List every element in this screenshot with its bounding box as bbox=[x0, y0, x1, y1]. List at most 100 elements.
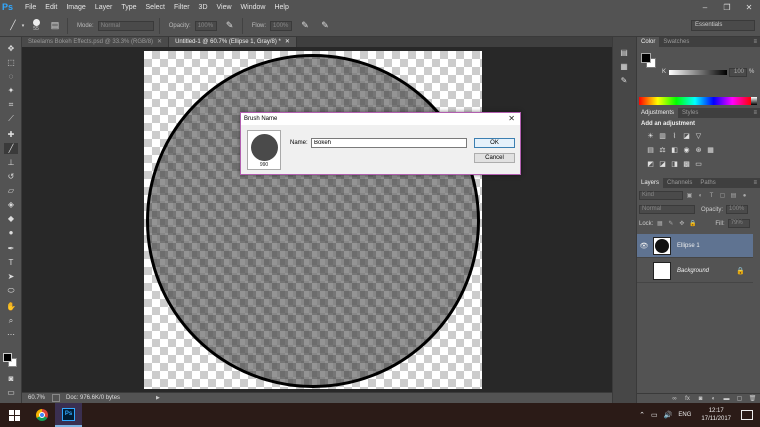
panel-menu-icon[interactable]: ≡ bbox=[753, 37, 757, 47]
chevron-up-icon[interactable]: ⌃ bbox=[639, 411, 645, 419]
minimize-button[interactable]: – bbox=[694, 0, 716, 15]
close-icon[interactable]: ✕ bbox=[157, 39, 162, 45]
layer-fill-input[interactable]: 79% bbox=[727, 219, 750, 228]
shape-tool-icon[interactable]: ⬭ bbox=[4, 285, 18, 296]
color-spectrum[interactable] bbox=[639, 97, 751, 105]
screen-mode-icon[interactable]: ▭ bbox=[4, 387, 18, 398]
path-selection-tool-icon[interactable]: ➤ bbox=[4, 271, 18, 282]
lasso-tool-icon[interactable]: ◌ bbox=[4, 71, 18, 82]
adjustment-filter-icon[interactable]: ◐ bbox=[696, 191, 705, 200]
tab-steelams-bokeh[interactable]: Steelams Bokeh Effects.psd @ 33.3% (RGB/… bbox=[22, 37, 170, 47]
restore-button[interactable]: ❐ bbox=[716, 0, 738, 15]
crop-tool-icon[interactable]: ⌗ bbox=[4, 99, 18, 110]
zoom-tool-icon[interactable]: ⌕ bbox=[4, 315, 18, 326]
brush-tool-icon[interactable]: ╱ bbox=[4, 143, 18, 154]
flow-input[interactable]: 100% bbox=[270, 20, 293, 31]
move-tool-icon[interactable]: ✥ bbox=[4, 43, 18, 54]
hand-tool-icon[interactable]: ✋ bbox=[4, 301, 18, 312]
hue-saturation-icon[interactable]: ▤ bbox=[645, 145, 656, 154]
selective-color-icon[interactable]: ▩ bbox=[681, 159, 692, 168]
gradient-map-icon[interactable]: ▭ bbox=[693, 159, 704, 168]
history-brush-tool-icon[interactable]: ↺ bbox=[4, 171, 18, 182]
new-layer-icon[interactable]: ▢ bbox=[735, 394, 744, 403]
grayscale-ramp[interactable] bbox=[751, 97, 757, 105]
exposure-icon[interactable]: ◪ bbox=[681, 131, 692, 140]
delete-layer-icon[interactable]: 🗑 bbox=[748, 394, 757, 403]
levels-icon[interactable]: ▥ bbox=[657, 131, 668, 140]
tab-styles[interactable]: Styles bbox=[678, 108, 702, 118]
volume-icon[interactable]: 🔊 bbox=[664, 411, 673, 419]
k-channel-slider[interactable] bbox=[669, 70, 727, 75]
tab-adjustments[interactable]: Adjustments bbox=[637, 108, 679, 118]
chevron-down-icon[interactable]: ▾ bbox=[20, 19, 26, 33]
type-filter-icon[interactable]: T bbox=[707, 191, 716, 200]
menu-filter[interactable]: Filter bbox=[174, 4, 190, 11]
brush-tool-icon[interactable]: ╱ bbox=[6, 19, 20, 33]
opacity-input[interactable]: 100% bbox=[194, 20, 217, 31]
foreground-color-swatch[interactable] bbox=[641, 53, 651, 63]
close-icon[interactable]: ✕ bbox=[508, 113, 515, 125]
more-tools-icon[interactable]: ⋯ bbox=[4, 329, 18, 340]
cancel-button[interactable]: Cancel bbox=[474, 153, 515, 163]
curves-icon[interactable]: ⌇ bbox=[669, 131, 680, 140]
menu-edit[interactable]: Edit bbox=[45, 4, 57, 11]
layer-style-icon[interactable]: fx bbox=[683, 394, 692, 403]
chrome-taskbar-button[interactable] bbox=[28, 403, 55, 427]
vibrance-icon[interactable]: ▽ bbox=[693, 131, 704, 140]
layer-row-background[interactable]: Background 🔒 bbox=[637, 259, 753, 283]
menu-image[interactable]: Image bbox=[66, 4, 85, 11]
lock-pixels-icon[interactable]: ✎ bbox=[666, 219, 675, 228]
healing-brush-tool-icon[interactable]: ✚ bbox=[4, 129, 18, 140]
lock-position-icon[interactable]: ✥ bbox=[677, 219, 686, 228]
invert-icon[interactable]: ◩ bbox=[645, 159, 656, 168]
color-lookup-icon[interactable]: ▦ bbox=[705, 145, 716, 154]
posterize-icon[interactable]: ◪ bbox=[657, 159, 668, 168]
mode-select[interactable]: Normal bbox=[97, 20, 154, 31]
type-tool-icon[interactable]: T bbox=[4, 257, 18, 268]
channel-mixer-icon[interactable]: ⊛ bbox=[693, 145, 704, 154]
quick-select-tool-icon[interactable]: ✦ bbox=[4, 85, 18, 96]
properties-panel-icon[interactable]: ▦ bbox=[618, 61, 630, 72]
status-menu-arrow[interactable]: ▶ bbox=[156, 395, 160, 401]
black-white-icon[interactable]: ◧ bbox=[669, 145, 680, 154]
tab-swatches[interactable]: Swatches bbox=[659, 37, 693, 47]
windows-start-icon[interactable] bbox=[0, 403, 28, 427]
close-button[interactable]: ✕ bbox=[738, 0, 760, 15]
blur-tool-icon[interactable]: ◆ bbox=[4, 213, 18, 224]
tab-layers[interactable]: Layers bbox=[637, 178, 664, 188]
menu-layer[interactable]: Layer bbox=[95, 4, 113, 11]
network-icon[interactable]: ▭ bbox=[651, 411, 658, 419]
notifications-icon[interactable] bbox=[741, 410, 753, 420]
brush-panel-icon[interactable]: ✎ bbox=[618, 75, 630, 86]
quick-mask-icon[interactable]: ◙ bbox=[4, 373, 18, 384]
menu-help[interactable]: Help bbox=[274, 4, 288, 11]
language-indicator[interactable]: ENG bbox=[678, 412, 691, 418]
blend-mode-select[interactable]: Normal bbox=[639, 205, 695, 214]
link-layers-icon[interactable]: ∞ bbox=[670, 394, 679, 403]
tab-color[interactable]: Color bbox=[637, 37, 660, 47]
menu-window[interactable]: Window bbox=[241, 4, 266, 11]
zoom-level[interactable]: 60.7% bbox=[28, 395, 46, 401]
history-panel-icon[interactable]: ▤ bbox=[618, 47, 630, 58]
clock[interactable]: 12:17 17/11/2017 bbox=[701, 407, 731, 423]
paint-bucket-tool-icon[interactable]: ◈ bbox=[4, 199, 18, 210]
brush-preset-picker[interactable]: 55 bbox=[30, 18, 42, 33]
pen-tool-icon[interactable]: ✒ bbox=[4, 243, 18, 254]
filter-toggle-icon[interactable]: ● bbox=[740, 191, 749, 200]
panel-menu-icon[interactable]: ≡ bbox=[753, 108, 757, 118]
layer-opacity-input[interactable]: 100% bbox=[726, 205, 749, 214]
menu-file[interactable]: File bbox=[25, 4, 36, 11]
menu-3d[interactable]: 3D bbox=[199, 4, 208, 11]
panel-menu-icon[interactable]: ≡ bbox=[753, 178, 757, 188]
k-channel-input[interactable]: 100 bbox=[729, 68, 747, 77]
pixel-filter-icon[interactable]: ▣ bbox=[685, 191, 694, 200]
kind-filter-select[interactable]: Kind bbox=[639, 191, 683, 200]
foreground-color-swatch[interactable] bbox=[3, 353, 12, 362]
close-icon[interactable]: ✕ bbox=[285, 39, 290, 45]
shape-filter-icon[interactable]: ▢ bbox=[718, 191, 727, 200]
marquee-tool-icon[interactable]: ⬚ bbox=[4, 57, 18, 68]
eye-icon[interactable]: 👁 bbox=[637, 242, 651, 250]
smart-object-filter-icon[interactable]: ▤ bbox=[729, 191, 738, 200]
airbrush-icon[interactable]: ✎ bbox=[298, 19, 312, 33]
document-info-icon[interactable] bbox=[52, 394, 60, 402]
